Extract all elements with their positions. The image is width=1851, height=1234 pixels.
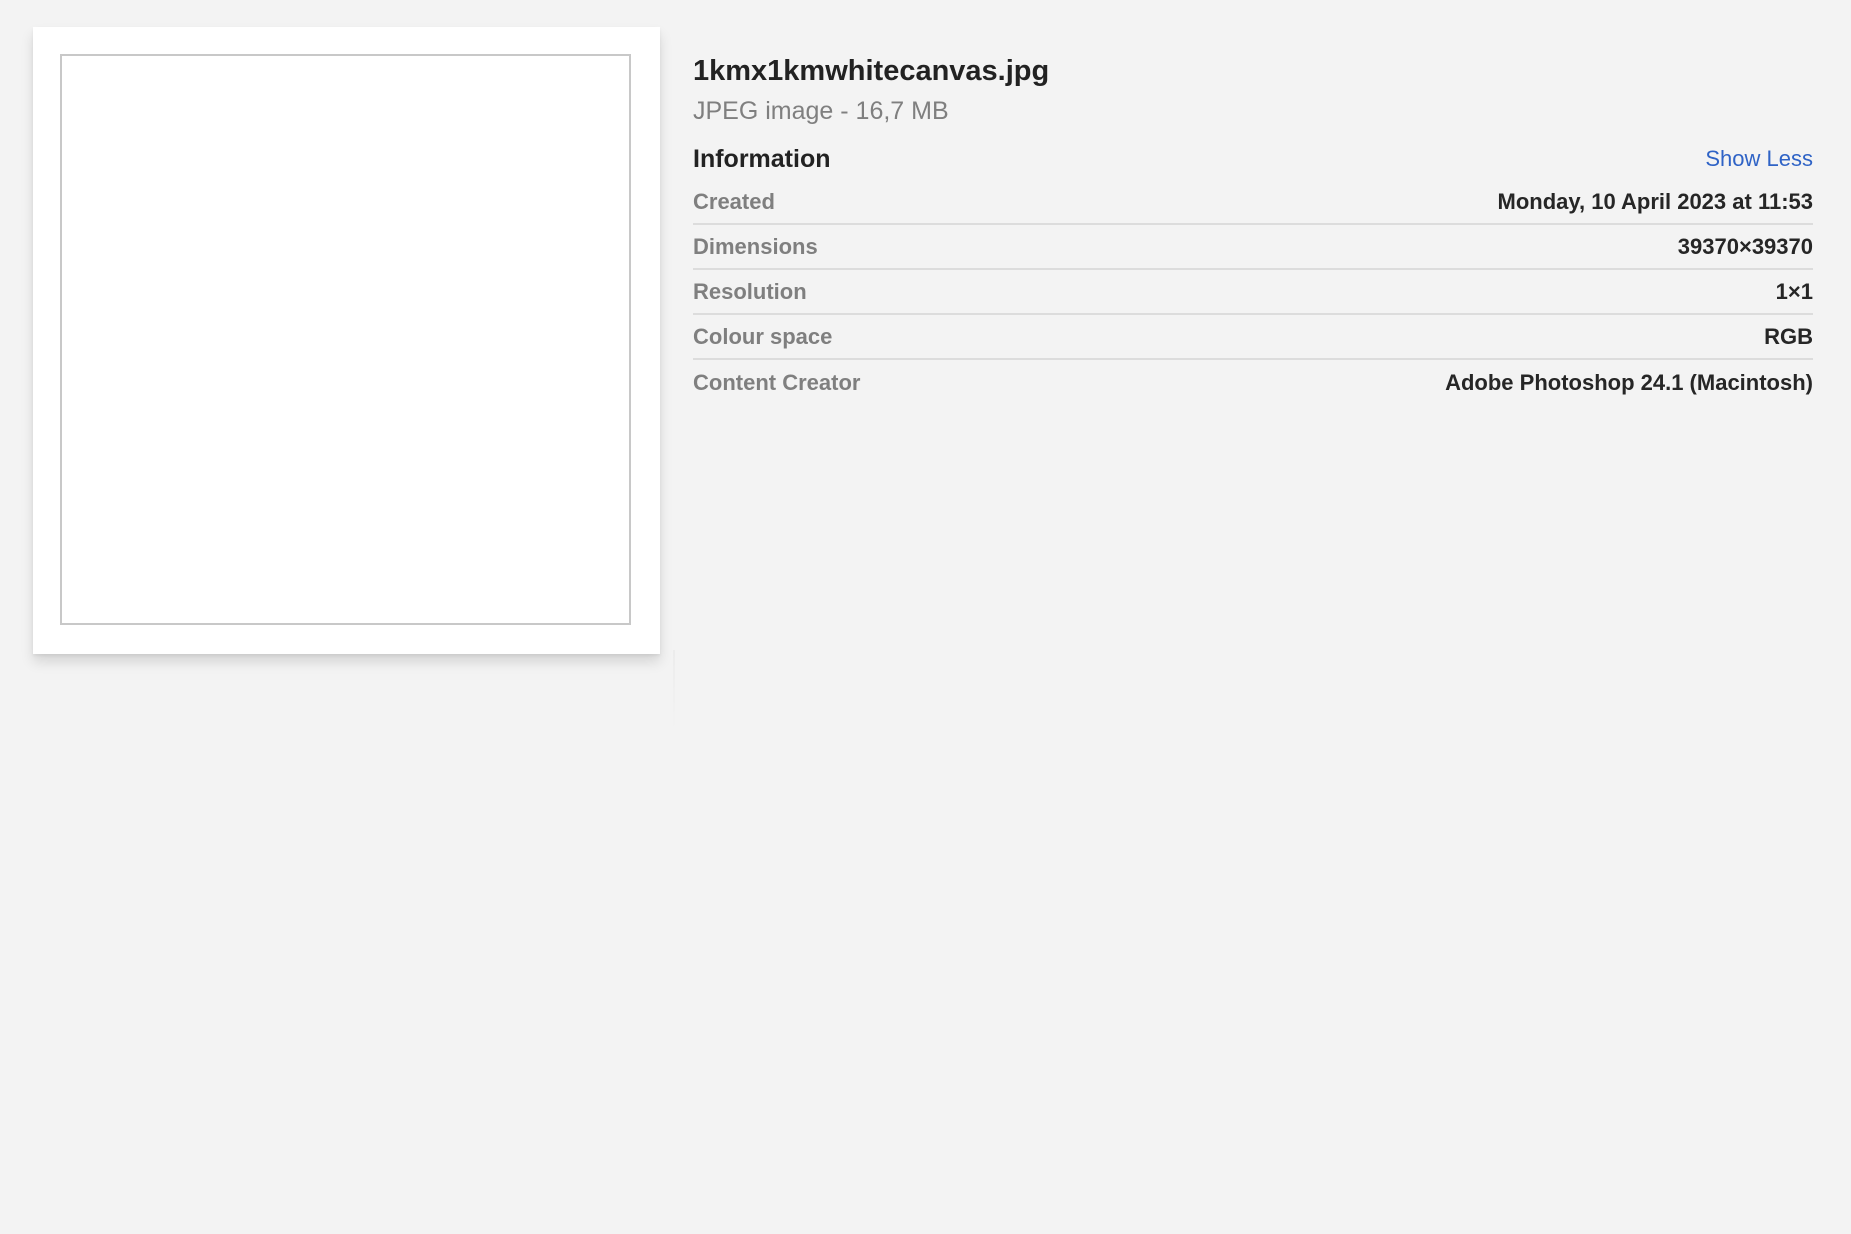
info-label: Content Creator <box>693 369 861 395</box>
info-row-dimensions: Dimensions 39370×39370 <box>693 225 1813 270</box>
information-header: Information Show Less <box>693 138 1813 180</box>
info-value: RGB <box>1764 323 1813 349</box>
information-rows: Created Monday, 10 April 2023 at 11:53 D… <box>693 180 1813 405</box>
information-title: Information <box>693 144 831 173</box>
show-less-button[interactable]: Show Less <box>1705 146 1813 172</box>
info-label: Resolution <box>693 278 807 304</box>
white-canvas-image <box>60 54 631 625</box>
info-row-content-creator: Content Creator Adobe Photoshop 24.1 (Ma… <box>693 360 1813 405</box>
info-value: 39370×39370 <box>1677 233 1813 259</box>
info-row-colour-space: Colour space RGB <box>693 315 1813 360</box>
file-kind-size: JPEG image - 16,7 MB <box>693 97 949 125</box>
info-value: 1×1 <box>1775 278 1813 304</box>
info-label: Created <box>693 188 775 214</box>
info-value: Adobe Photoshop 24.1 (Macintosh) <box>1445 369 1813 395</box>
file-info-panel: 1kmx1kmwhitecanvas.jpg JPEG image - 16,7… <box>0 0 1851 1234</box>
preview-thumbnail <box>33 27 660 654</box>
info-label: Dimensions <box>693 233 818 259</box>
info-section: 1kmx1kmwhitecanvas.jpg JPEG image - 16,7… <box>693 50 1813 405</box>
divider <box>673 650 675 730</box>
info-value: Monday, 10 April 2023 at 11:53 <box>1497 188 1813 214</box>
file-name: 1kmx1kmwhitecanvas.jpg <box>693 55 1050 87</box>
info-row-created: Created Monday, 10 April 2023 at 11:53 <box>693 180 1813 225</box>
info-label: Colour space <box>693 323 833 349</box>
info-row-resolution: Resolution 1×1 <box>693 270 1813 315</box>
